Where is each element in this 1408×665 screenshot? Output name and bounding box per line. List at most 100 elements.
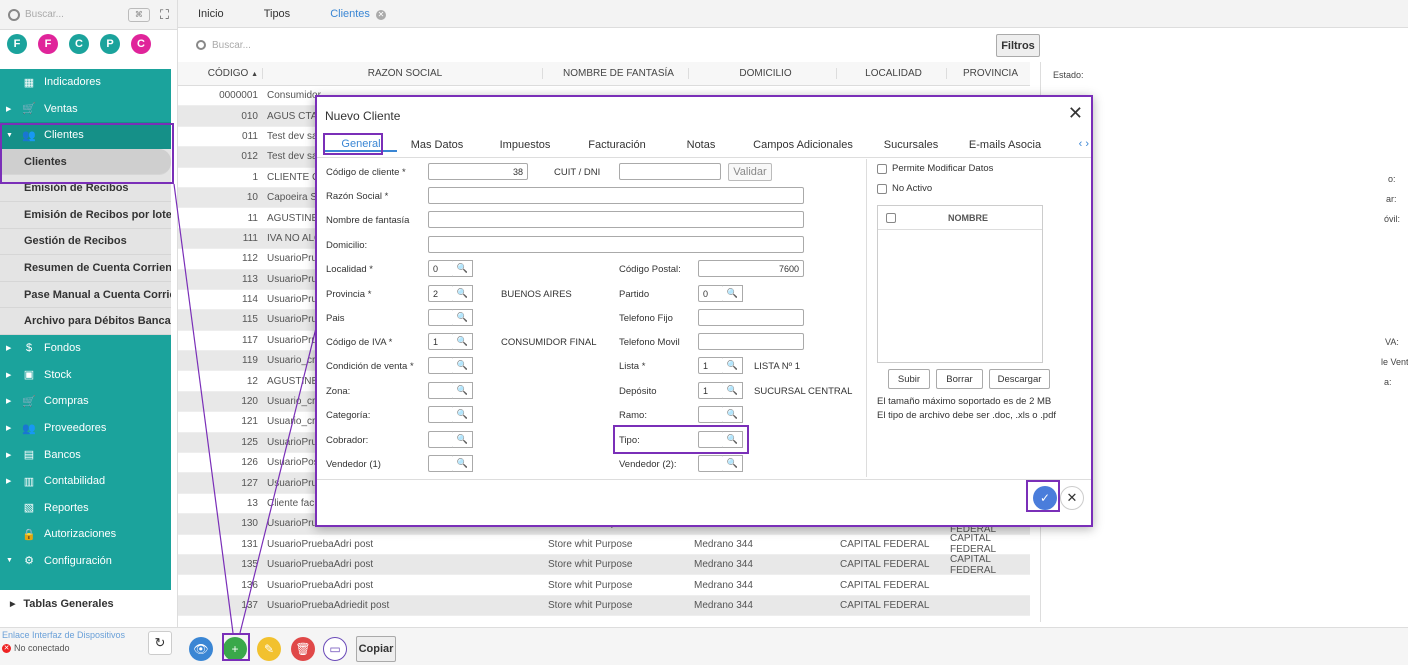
domicilio-input[interactable] <box>428 236 804 253</box>
view-button[interactable]: 👁 <box>189 637 213 661</box>
deposito-input[interactable]: 1 <box>698 382 724 399</box>
search-icon[interactable]: 🔍 <box>453 455 473 472</box>
tab-inicio[interactable]: Inicio <box>178 8 244 20</box>
enlace-link[interactable]: Enlace Interfaz de Dispositivos <box>2 630 125 640</box>
search-icon[interactable]: 🔍 <box>453 431 473 448</box>
noactivo-checkbox[interactable]: No Activo <box>877 183 932 194</box>
close-icon[interactable]: ✕ <box>1068 103 1083 124</box>
tab-clientes[interactable]: Clientes ✕ <box>310 8 406 20</box>
condventa-input[interactable] <box>428 357 454 374</box>
borrar-button[interactable]: Borrar <box>936 369 983 389</box>
razon-social-input[interactable] <box>428 187 804 204</box>
search-icon[interactable]: 🔍 <box>453 357 473 374</box>
vendedor2-input[interactable] <box>698 455 724 472</box>
avatar[interactable]: C <box>131 34 151 54</box>
column-header[interactable]: LOCALIDAD <box>836 68 946 79</box>
tipo-input[interactable] <box>698 431 724 448</box>
table-row[interactable]: 131 UsuarioPruebaAdri post Store whit Purp… <box>178 533 1030 555</box>
iva-input[interactable]: 1 <box>428 333 454 350</box>
edit-button[interactable]: ✎ <box>257 637 281 661</box>
cobrador-input[interactable] <box>428 431 454 448</box>
search-icon[interactable]: 🔍 <box>723 431 743 448</box>
menu-item-autorizaciones[interactable]: 🔒 Autorizaciones <box>0 521 171 548</box>
cuit-input[interactable] <box>619 163 721 180</box>
tab-facturacion[interactable]: Facturación <box>573 139 661 151</box>
add-button[interactable]: + <box>223 637 247 661</box>
menu-item-clientes[interactable]: ▼ 👥 Clientes <box>0 122 171 149</box>
menu-item-proveedores[interactable]: ▶ 👥 Proveedores <box>0 415 171 442</box>
menu-item-reportes[interactable]: ▧ Reportes <box>0 495 171 522</box>
confirm-button[interactable]: ✓ <box>1033 486 1057 510</box>
search-icon[interactable]: 🔍 <box>453 382 473 399</box>
search-icon[interactable]: 🔍 <box>723 406 743 423</box>
zona-input[interactable] <box>428 382 454 399</box>
table-row[interactable]: 136 UsuarioPruebaAdri post Store whit Purp… <box>178 575 1030 596</box>
submenu-item-gestion-recibos[interactable]: Gestión de Recibos <box>0 229 171 256</box>
tab-impuestos[interactable]: Impuestos <box>477 139 573 151</box>
lista-input[interactable]: 1 <box>698 357 724 374</box>
permite-checkbox[interactable]: Permite Modificar Datos <box>877 163 993 174</box>
search-icon[interactable]: 🔍 <box>453 309 473 326</box>
menu-item-compras[interactable]: ▶ 🛒 Compras <box>0 388 171 415</box>
menu-item-indicadores[interactable]: ▦ Indicadores <box>0 69 171 96</box>
search-icon[interactable]: 🔍 <box>723 285 743 302</box>
validar-button[interactable]: Validar <box>728 163 772 181</box>
select-all-checkbox[interactable] <box>886 212 896 223</box>
column-header[interactable]: CÓDIGO ▲ <box>178 68 262 79</box>
card-button[interactable]: ▭ <box>323 637 347 661</box>
ramo-input[interactable] <box>698 406 724 423</box>
menu-item-ventas[interactable]: ▶ 🛒 Ventas <box>0 96 171 123</box>
filtros-button[interactable]: Filtros <box>996 34 1040 57</box>
fantasia-input[interactable] <box>428 211 804 228</box>
vendedor1-input[interactable] <box>428 455 454 472</box>
column-header[interactable]: NOMBRE DE FANTASÍA <box>542 68 688 79</box>
search-icon[interactable]: 🔍 <box>453 333 473 350</box>
menu-item-tablas-generales[interactable]: ▶ Tablas Generales <box>0 590 171 617</box>
categoria-input[interactable] <box>428 406 454 423</box>
avatar[interactable]: F <box>7 34 27 54</box>
column-header[interactable]: RAZÓN SOCIAL <box>262 68 542 79</box>
descargar-button[interactable]: Descargar <box>989 369 1050 389</box>
search-icon[interactable]: 🔍 <box>723 455 743 472</box>
submenu-item-resumen-cuenta[interactable]: Resumen de Cuenta Corriente <box>0 255 171 282</box>
tab-emails-asociados[interactable]: E-mails Asocia <box>957 139 1053 151</box>
partido-input[interactable]: 0 <box>698 285 724 302</box>
expand-icon[interactable]: ⛶ <box>160 7 169 23</box>
copiar-button[interactable]: Copiar <box>356 636 396 662</box>
search-icon[interactable]: 🔍 <box>453 406 473 423</box>
localidad-input[interactable]: 0 <box>428 260 454 277</box>
grid-search[interactable]: Buscar... <box>196 40 251 51</box>
menu-item-configuracion[interactable]: ▼ ⚙ Configuración <box>0 548 171 575</box>
submenu-item-emision-recibos-lote[interactable]: Emisión de Recibos por lote <box>0 202 171 229</box>
tab-general[interactable]: General <box>325 138 397 152</box>
table-row[interactable]: 137 UsuarioPruebaAdriedit post Store whit … <box>178 595 1030 617</box>
sync-button[interactable]: ↻ <box>148 631 172 655</box>
menu-item-stock[interactable]: ▶ ▣ Stock <box>0 362 171 389</box>
subir-button[interactable]: Subir <box>888 369 930 389</box>
avatar[interactable]: P <box>100 34 120 54</box>
cancel-button[interactable]: ✕ <box>1060 486 1084 510</box>
menu-item-bancos[interactable]: ▶ ▤ Bancos <box>0 441 171 468</box>
tab-sucursales[interactable]: Sucursales <box>865 139 957 151</box>
submenu-item-archivo-debitos[interactable]: Archivo para Débitos Bancarios <box>0 308 171 335</box>
menu-item-contabilidad[interactable]: ▶ ▥ Contabilidad <box>0 468 171 495</box>
submenu-item-emision-recibos[interactable]: Emisión de Recibos <box>0 175 171 202</box>
submenu-item-clientes[interactable]: Clientes <box>0 148 171 176</box>
menu-item-fondos[interactable]: ▶ $ Fondos <box>0 335 171 362</box>
submenu-item-pase-manual[interactable]: Pase Manual a Cuenta Corriente <box>0 282 171 309</box>
telfijo-input[interactable] <box>698 309 804 326</box>
avatar[interactable]: C <box>69 34 89 54</box>
codigo-input[interactable]: 38 <box>428 163 528 180</box>
tab-campos-adicionales[interactable]: Campos Adicionales <box>741 139 865 151</box>
avatar[interactable]: F <box>38 34 58 54</box>
tab-tipos[interactable]: Tipos <box>244 8 311 20</box>
sidebar-search[interactable]: Buscar... <box>8 8 128 21</box>
column-header[interactable]: PROVINCIA <box>946 68 1030 79</box>
tab-mas-datos[interactable]: Mas Datos <box>397 139 477 151</box>
pais-input[interactable] <box>428 309 454 326</box>
delete-button[interactable]: 🗑 <box>291 637 315 661</box>
close-icon[interactable]: ✕ <box>376 9 386 20</box>
chevron-right-icon[interactable]: ‹ › <box>1079 138 1089 150</box>
search-icon[interactable]: 🔍 <box>453 260 473 277</box>
search-icon[interactable]: 🔍 <box>723 357 743 374</box>
